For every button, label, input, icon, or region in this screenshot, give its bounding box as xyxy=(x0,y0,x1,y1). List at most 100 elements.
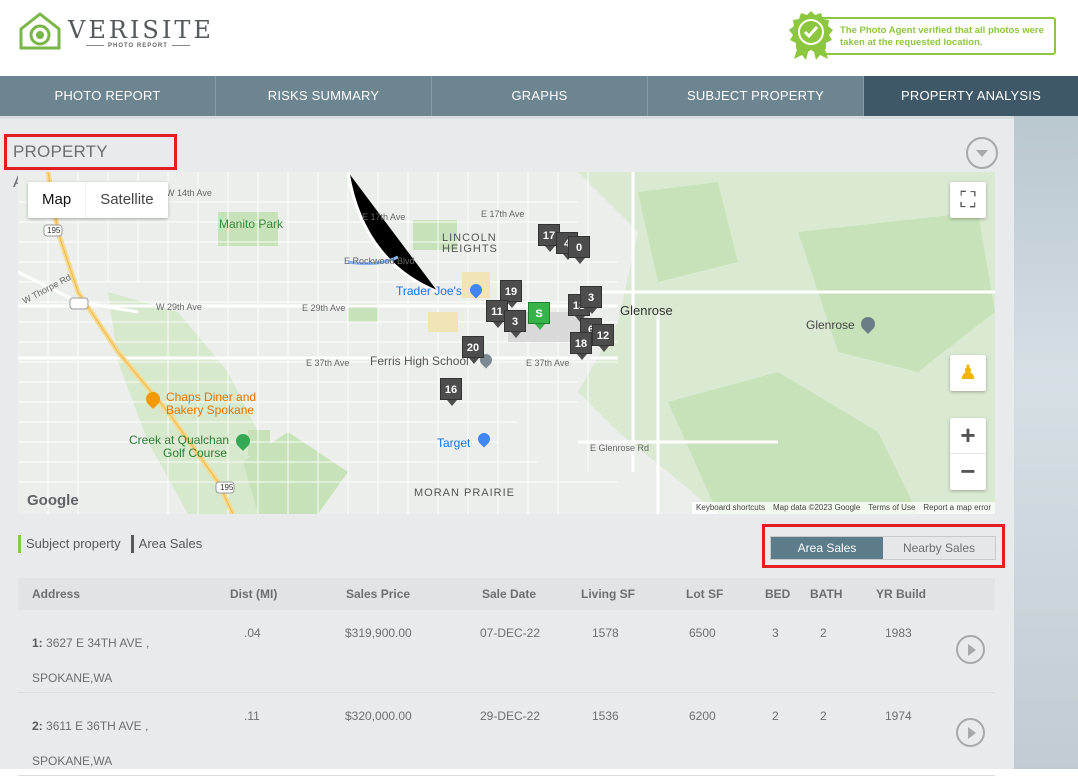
legend-subject-property: Subject property xyxy=(18,535,121,553)
property-analysis-panel: PROPERTY ANALYSIS xyxy=(0,116,1014,776)
column-header: Sale Date xyxy=(482,587,537,601)
column-header: BED xyxy=(765,587,791,601)
google-logo[interactable]: Google xyxy=(27,492,79,509)
map-label-neighborhood: HEIGHTS xyxy=(442,243,498,255)
map-label-road: E Rockwood Blvd xyxy=(344,256,415,266)
bed-cell: 3 xyxy=(772,626,779,640)
year-built-cell: 1983 xyxy=(885,626,912,640)
pegman-icon[interactable]: ♟ xyxy=(950,355,986,391)
tab-subject-property[interactable]: SUBJECT PROPERTY xyxy=(648,76,864,116)
column-header: Sales Price xyxy=(346,587,411,601)
address-cell: 1: 3627 E 34TH AVE , SPOKANE,WA xyxy=(32,626,149,696)
main-tabs: PHOTO REPORT RISKS SUMMARY GRAPHS SUBJEC… xyxy=(0,76,1078,116)
bed-cell: 2 xyxy=(772,709,779,723)
map-label-road: E 37th Ave xyxy=(526,358,570,368)
tab-photo-report[interactable]: PHOTO REPORT xyxy=(0,76,216,116)
column-header: Lot SF xyxy=(686,587,724,601)
marker-pointer xyxy=(575,258,585,264)
sales-toggle: Area Sales Nearby Sales xyxy=(770,536,996,560)
map-label-place: Target xyxy=(437,436,471,450)
row-number: 2: xyxy=(32,719,43,733)
map-attribution: Keyboard shortcuts Map data ©2023 Google… xyxy=(692,502,995,514)
area-sales-button[interactable]: Area Sales xyxy=(771,537,883,559)
nearby-sales-button[interactable]: Nearby Sales xyxy=(883,537,995,559)
brand-title: VERISITE xyxy=(68,16,214,44)
map-type-control: Map Satellite xyxy=(28,182,168,218)
column-header: YR Build xyxy=(876,587,926,601)
sale-date-cell: 07-DEC-22 xyxy=(480,626,541,640)
distance-cell: .11 xyxy=(244,709,260,723)
highway-shield: 195 xyxy=(220,483,234,492)
map-label-place: Bakery Spokane xyxy=(166,403,255,417)
map-label-road: E Glenrose Rd xyxy=(590,443,650,453)
verisite-logo[interactable]: VERISITE PHOTO REPORT xyxy=(18,11,211,51)
area-sale-marker[interactable]: 3 xyxy=(580,286,602,314)
area-sale-marker[interactable]: 12 xyxy=(592,324,614,352)
lot-sf-cell: 6500 xyxy=(689,626,716,640)
marker-pointer xyxy=(577,354,587,360)
verified-seal-icon xyxy=(789,11,833,60)
map-canvas[interactable] xyxy=(18,172,995,514)
collapse-toggle-icon[interactable] xyxy=(966,137,998,169)
bath-cell: 2 xyxy=(820,709,827,723)
marker-pointer xyxy=(511,332,521,338)
address-street: 3627 E 34TH AVE , xyxy=(46,636,150,650)
map-legend: Subject property Area Sales xyxy=(18,534,202,554)
map-data-text: Map data ©2023 Google xyxy=(772,503,861,512)
area-sale-marker[interactable]: 18 xyxy=(570,332,592,360)
sales-table: Address Dist (MI) Sales Price Sale Date … xyxy=(18,578,995,776)
tab-graphs[interactable]: GRAPHS xyxy=(432,76,648,116)
table-header: Address Dist (MI) Sales Price Sale Date … xyxy=(18,578,995,610)
terms-of-use-link[interactable]: Terms of Use xyxy=(868,502,915,514)
marker-pointer xyxy=(587,308,597,314)
column-header: Living SF xyxy=(581,587,635,601)
verified-badge: The Photo Agent verified that all photos… xyxy=(788,10,1058,60)
map-label-road: W 14th Ave xyxy=(166,188,212,198)
subject-property-marker[interactable]: S xyxy=(528,302,550,330)
brand-subtitle: PHOTO REPORT xyxy=(82,43,194,49)
tab-risks-summary[interactable]: RISKS SUMMARY xyxy=(216,76,432,116)
map-label-neighborhood: MORAN PRAIRIE xyxy=(414,487,516,499)
area-sale-marker[interactable]: 0 xyxy=(568,236,590,264)
fullscreen-icon[interactable]: ⛶ xyxy=(950,182,986,218)
address-city: SPOKANE,WA xyxy=(32,671,113,685)
area-sale-marker[interactable]: 3 xyxy=(504,310,526,338)
table-row[interactable]: 2: 3611 E 36TH AVE , SPOKANE,WA .11 $320… xyxy=(18,693,995,776)
table-row[interactable]: 1: 3627 E 34TH AVE , SPOKANE,WA .04 $319… xyxy=(18,610,995,693)
address-city: SPOKANE,WA xyxy=(32,754,113,768)
map-label-road: E 17th Ave xyxy=(362,212,406,222)
price-cell: $320,000.00 xyxy=(345,709,412,723)
keyboard-shortcuts-link[interactable]: Keyboard shortcuts xyxy=(696,502,765,514)
marker-pointer xyxy=(493,322,503,328)
map-label-road: W 29th Ave xyxy=(156,302,202,312)
living-sf-cell: 1578 xyxy=(592,626,619,640)
zoom-out-icon[interactable]: − xyxy=(950,454,986,490)
living-sf-cell: 1536 xyxy=(592,709,619,723)
map-label-road: E 17th Ave xyxy=(481,209,525,219)
address-street: 3611 E 36TH AVE , xyxy=(46,719,149,733)
side-background-strip xyxy=(1014,116,1078,769)
column-header: Address xyxy=(32,587,81,601)
verified-message-box: The Photo Agent verified that all photos… xyxy=(818,17,1056,55)
map-label-road: E 37th Ave xyxy=(306,358,350,368)
row-details-play-icon[interactable] xyxy=(956,718,985,747)
map-label-area: Glenrose xyxy=(620,303,673,318)
tab-property-analysis[interactable]: PROPERTY ANALYSIS xyxy=(864,76,1078,116)
area-sale-marker[interactable]: 16 xyxy=(440,378,462,406)
map-view[interactable]: W 14th Ave E 17th Ave E 17th Ave E Rockw… xyxy=(18,172,995,514)
legend-area-sales: Area Sales xyxy=(130,535,202,553)
section-title: PROPERTY ANALYSIS xyxy=(4,134,177,191)
map-label-road: E 29th Ave xyxy=(302,303,346,313)
row-number: 1: xyxy=(32,636,43,650)
lot-sf-cell: 6200 xyxy=(689,709,716,723)
map-type-satellite-button[interactable]: Satellite xyxy=(86,182,167,218)
map-type-map-button[interactable]: Map xyxy=(28,182,87,218)
area-sale-marker[interactable]: 19 xyxy=(500,280,522,308)
map-label-park: Manito Park xyxy=(219,217,284,231)
report-map-error-link[interactable]: Report a map error xyxy=(923,502,991,514)
row-details-play-icon[interactable] xyxy=(956,635,985,664)
area-sale-marker[interactable]: 20 xyxy=(462,336,484,364)
header: VERISITE PHOTO REPORT The Photo Agent ve… xyxy=(0,0,1078,76)
bath-cell: 2 xyxy=(820,626,827,640)
zoom-in-icon[interactable]: + xyxy=(950,418,986,454)
